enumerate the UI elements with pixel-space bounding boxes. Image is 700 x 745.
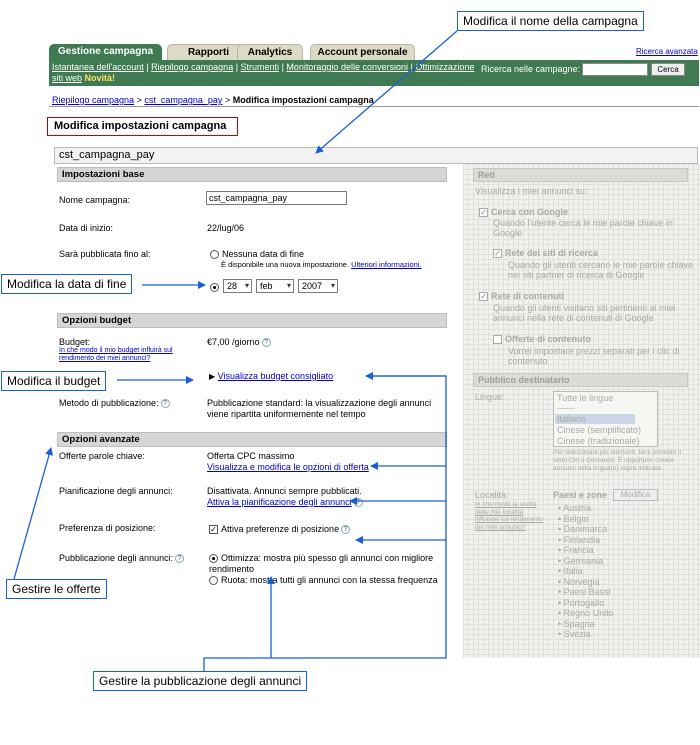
callout-arrows [13,30,458,671]
arrow-campaign-name [315,30,458,154]
arrow-ad-serving-route [203,375,447,671]
arrow-offers [13,447,53,580]
